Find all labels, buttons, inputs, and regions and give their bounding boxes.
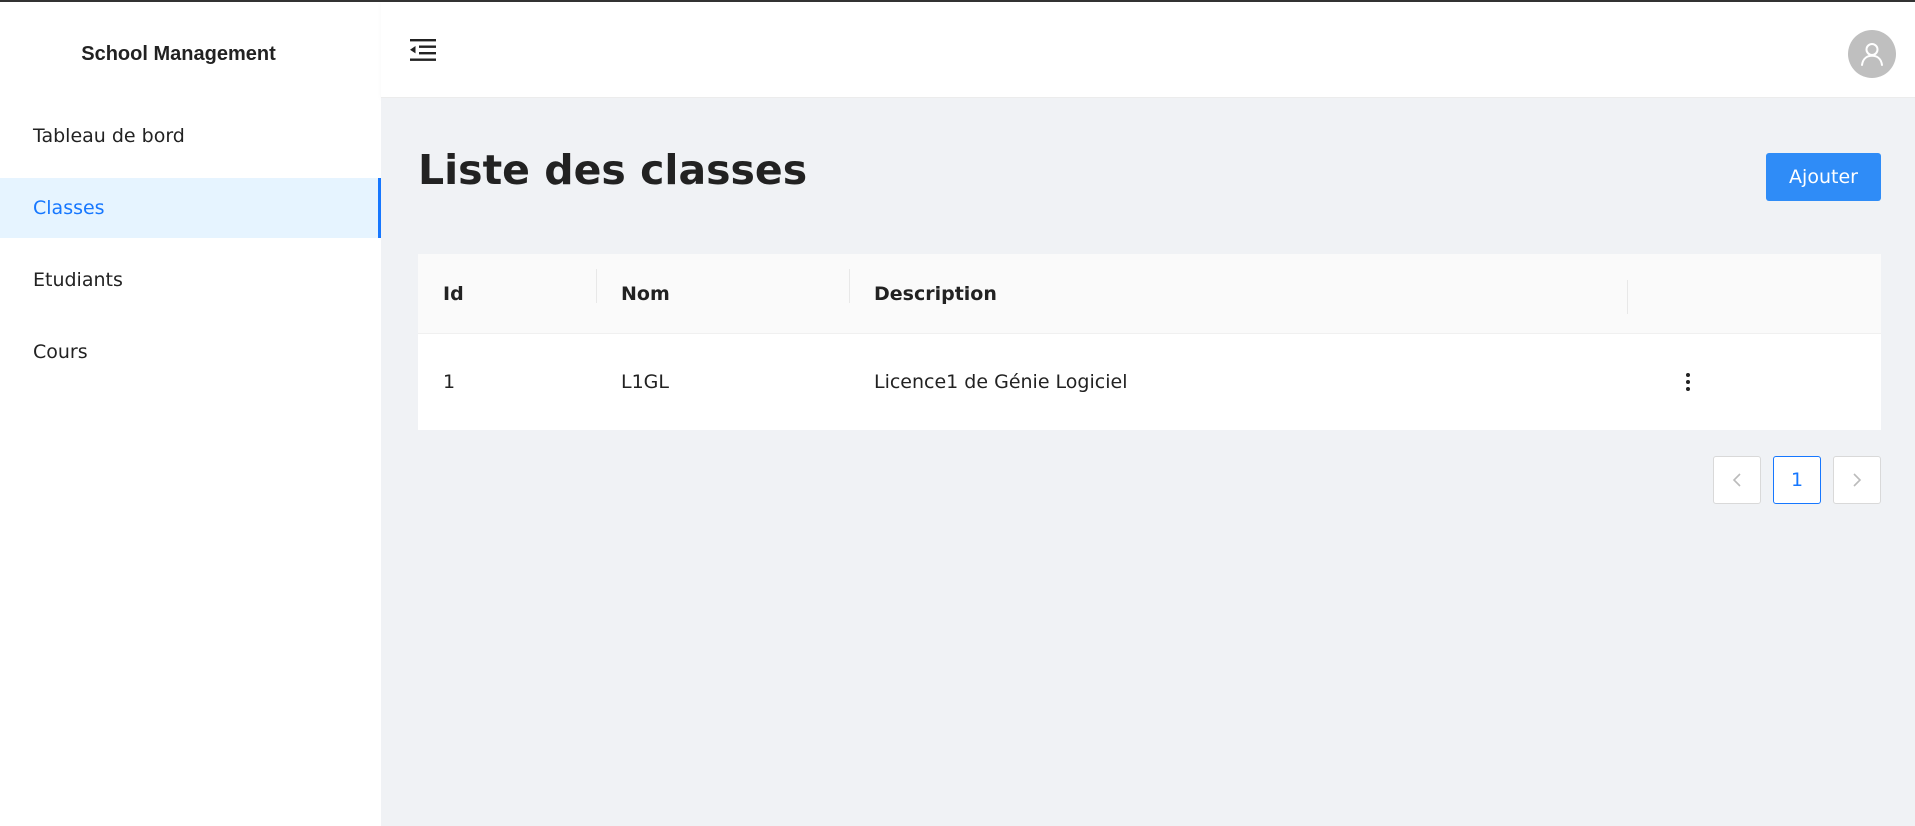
table-header-row: Id Nom Description (418, 254, 1881, 334)
chevron-left-icon (1732, 473, 1741, 487)
page-title: Liste des classes (418, 146, 808, 194)
user-icon (1861, 43, 1883, 66)
pagination: 1 (1713, 456, 1881, 504)
cell-description: Licence1 de Génie Logiciel (874, 371, 1128, 393)
more-vertical-icon[interactable] (1676, 370, 1700, 394)
add-button[interactable]: Ajouter (1766, 153, 1881, 201)
sidebar-item-label: Classes (33, 197, 105, 219)
app-title: School Management (81, 42, 276, 65)
user-avatar[interactable] (1848, 30, 1896, 78)
sidebar-item-label: Cours (33, 341, 88, 363)
sidebar-item-label: Tableau de bord (33, 125, 185, 147)
cell-nom: L1GL (621, 371, 669, 393)
sidebar-item-classes[interactable]: Classes (0, 178, 381, 238)
column-header-id[interactable]: Id (418, 283, 596, 305)
classes-table: Id Nom Description 1 L1GL Licence1 de Gé… (418, 254, 1881, 430)
pagination-prev-button[interactable] (1713, 456, 1761, 504)
table-row[interactable]: 1 L1GL Licence1 de Génie Logiciel (418, 334, 1881, 430)
column-header-nom[interactable]: Nom (596, 268, 849, 305)
pagination-page-1[interactable]: 1 (1773, 456, 1821, 504)
column-header-description[interactable]: Description (849, 268, 1627, 305)
cell-actions (1627, 370, 1881, 394)
main-content: Liste des classes Ajouter Id Nom Descrip… (381, 98, 1915, 826)
top-header (381, 2, 1915, 98)
cell-id: 1 (443, 371, 456, 393)
sidebar-item-cours[interactable]: Cours (0, 322, 381, 382)
menu-fold-icon[interactable] (408, 35, 438, 65)
pagination-next-button[interactable] (1833, 456, 1881, 504)
sidebar-menu: Tableau de bord Classes Etudiants Cours (0, 106, 381, 382)
sidebar: School Management Tableau de bord Classe… (0, 2, 381, 826)
sidebar-item-etudiants[interactable]: Etudiants (0, 250, 381, 310)
sidebar-item-label: Etudiants (33, 269, 123, 291)
sidebar-item-tableau-de-bord[interactable]: Tableau de bord (0, 106, 381, 166)
chevron-right-icon (1853, 473, 1862, 487)
